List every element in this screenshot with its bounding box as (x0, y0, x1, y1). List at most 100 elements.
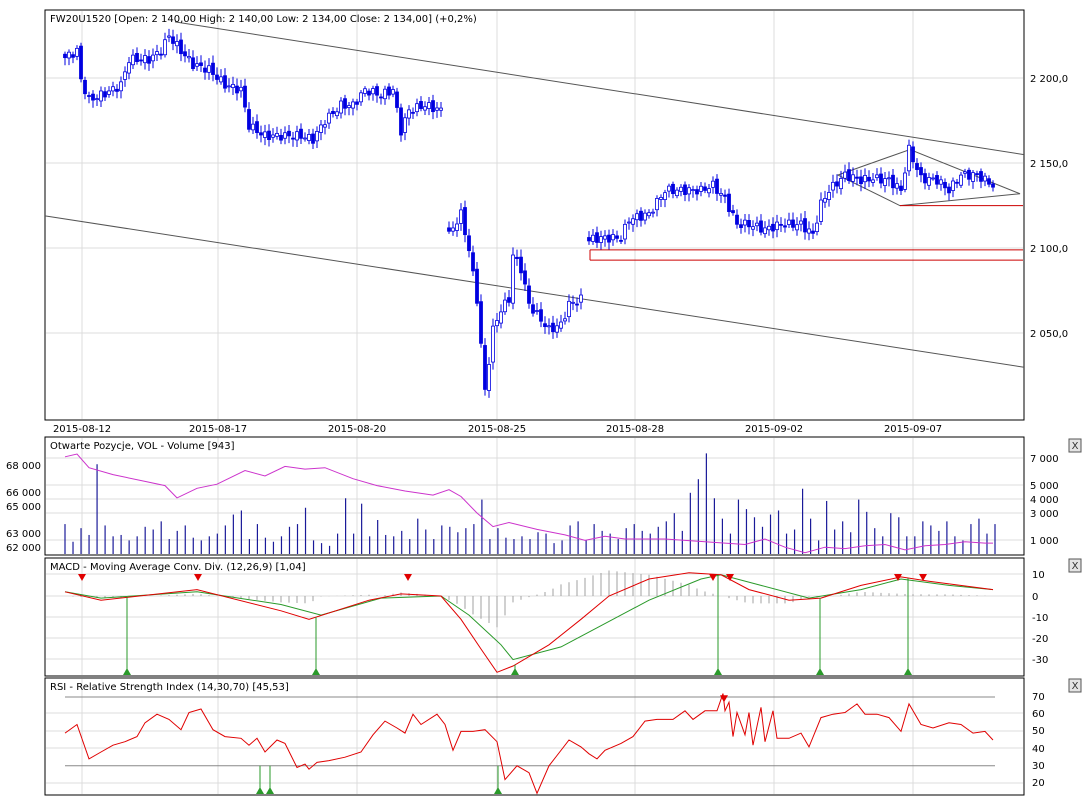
candle-body (63, 53, 67, 59)
macd-panel[interactable]: MACD - Moving Average Conv. Div. (12,26,… (44, 557, 1082, 677)
candle-body (371, 88, 375, 95)
candle-body (447, 227, 451, 232)
candle-body (919, 167, 923, 176)
candle-body (319, 124, 323, 133)
candle-body (619, 239, 623, 242)
candle-body (943, 181, 947, 189)
close-icon: X (1072, 561, 1079, 572)
candle-body (155, 51, 159, 56)
candle-body (287, 130, 291, 137)
candle-body (415, 103, 419, 113)
candle-body (815, 222, 819, 233)
rsi-panel[interactable]: RSI - Relative Strength Index (14,30,70)… (44, 677, 1082, 796)
candle-body (739, 224, 743, 228)
candle-body (687, 187, 691, 195)
candle-body (963, 171, 967, 174)
candle-body (479, 301, 483, 344)
candle-body (491, 325, 495, 363)
candle-body (383, 88, 387, 100)
candle-body (307, 134, 311, 141)
date-tick: 2015-08-20 (328, 424, 386, 435)
candle-body (359, 92, 363, 103)
rsi-tick: 30 (1032, 761, 1045, 772)
candle-body (979, 171, 983, 182)
candle-body (759, 220, 763, 233)
candle-body (411, 111, 415, 114)
candle-body (151, 54, 155, 62)
date-axis: 2015-08-12 2015-08-17 2015-08-20 2015-08… (53, 424, 942, 435)
candle-body (787, 219, 791, 225)
candle-body (855, 176, 859, 179)
candle-body (487, 364, 491, 391)
candle-body (823, 198, 827, 203)
candle-body (419, 101, 423, 109)
candle-body (251, 123, 255, 131)
candle-body (131, 54, 135, 66)
candle-body (519, 256, 523, 274)
candle-body (667, 185, 671, 192)
candle-body (799, 220, 803, 225)
rsi-panel-frame (44, 677, 1025, 796)
candle-body (871, 179, 875, 183)
candle-body (355, 101, 359, 105)
date-tick: 2015-08-12 (53, 424, 111, 435)
candle-body (575, 303, 579, 306)
candle-body (767, 225, 771, 231)
candle-body (883, 178, 887, 186)
close-icon: X (1072, 681, 1079, 692)
candle-body (435, 107, 439, 111)
candle-body (279, 134, 283, 141)
candle-body (75, 47, 79, 57)
candle-body (135, 52, 139, 62)
candle-body (335, 111, 339, 117)
candle-body (991, 183, 995, 188)
date-tick: 2015-08-17 (189, 424, 247, 435)
candle-body (103, 91, 107, 98)
candle-body (143, 55, 147, 64)
close-macd-panel-button[interactable]: X (1068, 558, 1082, 573)
candle-body (347, 105, 351, 109)
candle-body (555, 325, 559, 333)
candle-body (551, 322, 555, 333)
macd-tick: 0 (1032, 592, 1038, 603)
price-tick: 2 200,0 (1030, 74, 1068, 85)
candle-body (407, 109, 411, 119)
close-rsi-panel-button[interactable]: X (1068, 678, 1082, 693)
candle-body (735, 214, 739, 225)
candle-body (495, 320, 499, 327)
macd-panel-title: MACD - Moving Average Conv. Div. (12,26,… (50, 562, 306, 573)
candle-body (99, 90, 103, 102)
candle-body (931, 177, 935, 180)
candle-body (851, 174, 855, 182)
date-tick: 2015-08-28 (606, 424, 664, 435)
candle-body (847, 169, 851, 181)
candle-body (863, 175, 867, 183)
candle-body (471, 252, 475, 272)
close-volume-panel-button[interactable]: X (1068, 438, 1082, 453)
candle-body (315, 131, 319, 142)
candle-body (603, 235, 607, 240)
candle-body (927, 177, 931, 186)
candle-body (207, 65, 211, 73)
candle-body (959, 174, 963, 186)
price-panel[interactable]: FW20U1520 [Open: 2 140,00 High: 2 140,00… (44, 9, 1068, 435)
volume-panel[interactable]: Otwarte Pozycje, VOL - Volume [943] 68 0… (6, 436, 1082, 556)
candle-body (67, 51, 71, 59)
candle-body (659, 197, 663, 200)
candle-body (403, 117, 407, 133)
candle-body (647, 212, 651, 217)
candle-body (699, 185, 703, 192)
candle-body (267, 130, 271, 141)
candle-body (271, 134, 275, 138)
candle-body (275, 133, 279, 137)
candle-body (591, 234, 595, 242)
candle-body (499, 311, 503, 324)
candle-body (339, 100, 343, 114)
candle-body (535, 310, 539, 312)
candle-body (731, 210, 735, 214)
rsi-tick: 70 (1032, 692, 1045, 703)
volume-tick: 7 000 (1030, 454, 1059, 465)
rsi-tick: 50 (1032, 726, 1045, 737)
candle-body (331, 110, 335, 115)
candle-body (399, 107, 403, 136)
